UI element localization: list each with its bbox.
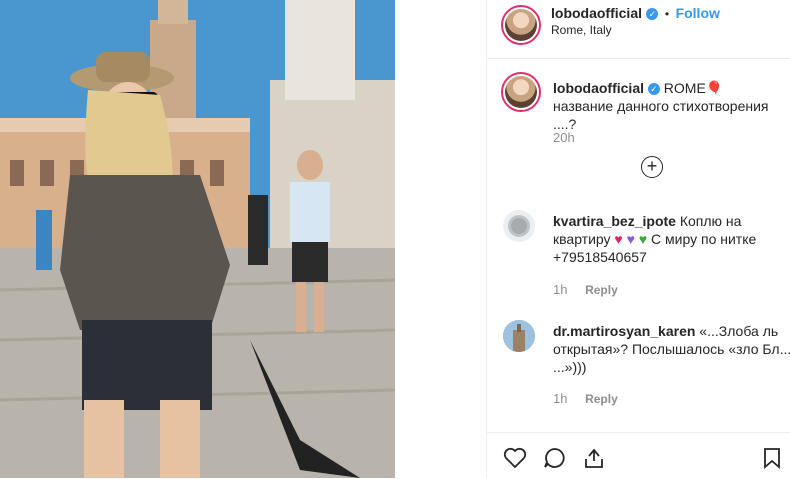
caption-time[interactable]: 20h xyxy=(553,130,575,145)
post-header: lobodaofficial ✓ • Follow Rome, Italy xyxy=(487,0,790,59)
author-username[interactable]: lobodaofficial xyxy=(551,5,642,21)
comment-avatar[interactable] xyxy=(503,210,535,242)
comment-username[interactable]: kvartira_bez_ipote xyxy=(553,213,676,229)
post-photo xyxy=(0,0,395,478)
author-avatar[interactable] xyxy=(501,5,541,45)
verified-icon: ✓ xyxy=(646,8,659,20)
comment-meta: 1h Reply xyxy=(553,391,618,406)
comment-time[interactable]: 1h xyxy=(553,282,567,297)
comment-meta: 1h Reply xyxy=(553,282,618,297)
comment-avatar[interactable] xyxy=(503,320,535,352)
comment-icon[interactable] xyxy=(543,447,567,474)
verified-icon: ✓ xyxy=(647,83,660,95)
purple-heart-icon: ♥ xyxy=(626,231,635,247)
reply-button[interactable]: Reply xyxy=(585,283,618,297)
share-icon[interactable] xyxy=(583,447,605,474)
comment-username[interactable]: dr.martirosyan_karen xyxy=(553,323,695,339)
load-more-icon[interactable]: + xyxy=(641,156,663,178)
caption-avatar[interactable] xyxy=(501,72,541,112)
balloon-icon: 🎈 xyxy=(705,80,724,96)
caption-username[interactable]: lobodaofficial xyxy=(553,80,644,96)
caption-line2: название данного стихотворения ....? xyxy=(553,98,769,132)
post-media[interactable] xyxy=(0,0,395,478)
reply-button[interactable]: Reply xyxy=(585,392,618,406)
follow-button[interactable]: Follow xyxy=(676,5,720,21)
caption-text: lobodaofficial ✓ ROME🎈 название данного … xyxy=(553,79,790,133)
caption-line1: ROME xyxy=(663,80,706,96)
header-title-row: lobodaofficial ✓ • Follow xyxy=(551,5,720,23)
post-panel: lobodaofficial ✓ • Follow Rome, Italy lo… xyxy=(486,0,790,478)
red-heart-icon: ♥ xyxy=(614,231,623,247)
comment-text: kvartira_bez_ipote Коплю на квартиру ♥ ♥… xyxy=(553,212,790,266)
comment-text: dr.martirosyan_karen «...Злоба ль открыт… xyxy=(553,322,790,376)
save-icon[interactable] xyxy=(763,447,781,474)
separator-dot: • xyxy=(664,7,670,21)
comment-time[interactable]: 1h xyxy=(553,391,567,406)
location-link[interactable]: Rome, Italy xyxy=(551,23,612,37)
action-bar xyxy=(487,432,790,479)
green-heart-icon: ♥ xyxy=(638,231,648,247)
like-icon[interactable] xyxy=(503,447,527,474)
